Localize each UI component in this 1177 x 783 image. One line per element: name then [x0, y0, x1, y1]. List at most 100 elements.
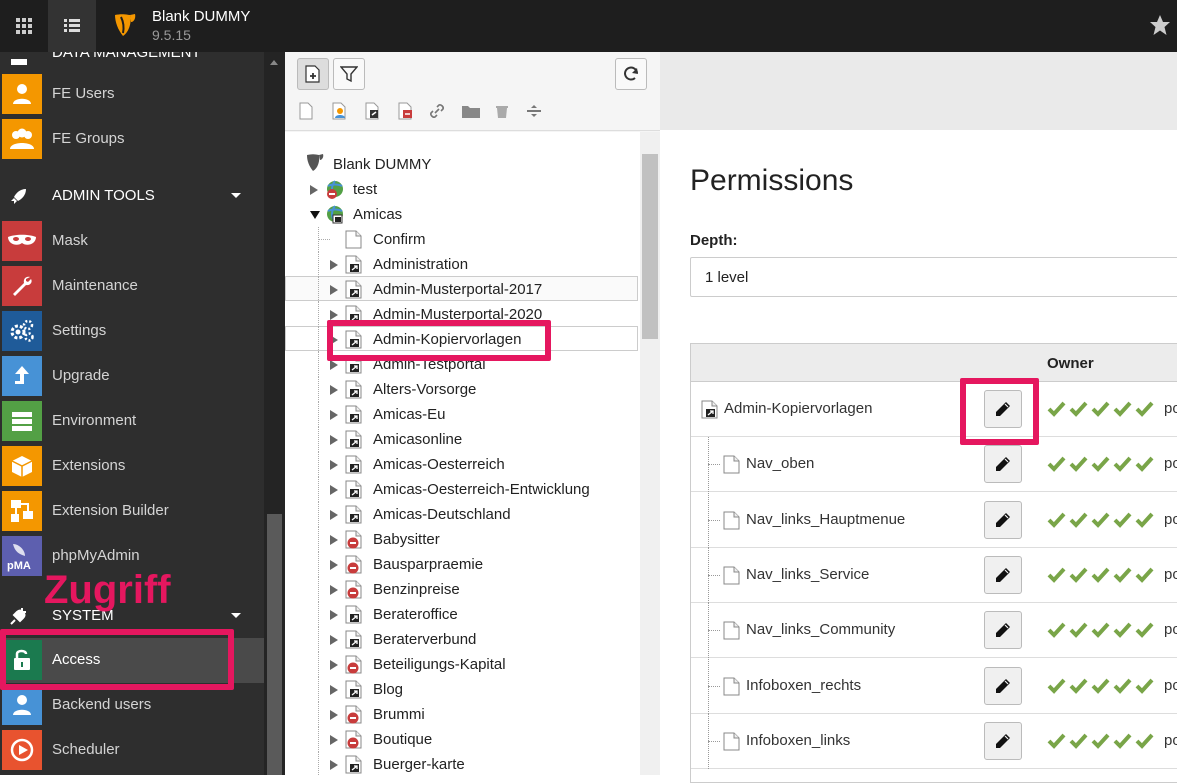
expand-arrow-icon[interactable]: [330, 535, 338, 545]
expand-arrow-icon[interactable]: [330, 610, 338, 620]
refresh-button[interactable]: [615, 58, 647, 90]
highlight-marker-tree: [327, 320, 551, 361]
tree-node[interactable]: Beraterverbund: [285, 627, 640, 652]
tree-node[interactable]: Amicas: [285, 202, 640, 227]
check-icon: [1135, 622, 1154, 639]
tree-node[interactable]: Amicasonline: [285, 427, 640, 452]
tree-node[interactable]: Alters-Vorsorge: [285, 377, 640, 402]
expand-arrow-icon[interactable]: [330, 485, 338, 495]
expand-arrow-icon[interactable]: [310, 185, 318, 195]
edit-owner-button[interactable]: [984, 500, 1022, 539]
group-admin-tools[interactable]: ADMIN TOOLS: [0, 173, 265, 218]
list-icon[interactable]: [48, 0, 96, 52]
expand-arrow-icon[interactable]: [330, 385, 338, 395]
tree-node[interactable]: Admin-Musterportal-2017: [285, 277, 640, 302]
table-row: Nav_links_Hauptmenue po: [691, 492, 1177, 548]
user-icon: [2, 74, 42, 114]
sidebar-scrollbar[interactable]: [264, 52, 285, 775]
tree-node[interactable]: Brummi: [285, 702, 640, 727]
module-label: FE Users: [52, 85, 115, 102]
pencil-icon: [996, 623, 1010, 638]
edit-owner-button[interactable]: [984, 666, 1022, 705]
scrollbar-thumb[interactable]: [267, 514, 282, 775]
tree-guide-line: [318, 677, 319, 702]
folder-icon[interactable]: [460, 102, 482, 120]
module-extension-builder[interactable]: Extension Builder: [0, 489, 265, 534]
filter-button[interactable]: [333, 58, 365, 90]
tree-node[interactable]: Amicas-Eu: [285, 402, 640, 427]
expand-arrow-icon[interactable]: [330, 735, 338, 745]
expand-arrow-icon[interactable]: [330, 660, 338, 670]
tree-node[interactable]: Boutique: [285, 727, 640, 752]
tree-node[interactable]: Bausparpraemie: [285, 552, 640, 577]
tree-node[interactable]: Benzinpreise: [285, 577, 640, 602]
tree-node[interactable]: Amicas-Oesterreich-Entwicklung: [285, 477, 640, 502]
owner-name: po: [1164, 731, 1177, 749]
page-tree: Blank DUMMY test Amicas Confirm Administrati…: [285, 132, 640, 775]
tree-node[interactable]: Blog: [285, 677, 640, 702]
page-icon[interactable]: [297, 102, 315, 120]
expand-arrow-icon[interactable]: [330, 760, 338, 770]
check-icon: [1113, 622, 1132, 639]
page-name: Infoboxen_rechts: [746, 676, 862, 694]
tree-node[interactable]: Confirm: [285, 227, 640, 252]
link-icon[interactable]: [428, 102, 446, 120]
typo3-logo[interactable]: [112, 12, 138, 43]
scroll-up-icon[interactable]: [270, 60, 278, 65]
tree-node[interactable]: Buerger-karte: [285, 752, 640, 775]
module-fe-groups[interactable]: FE Groups: [0, 117, 265, 162]
scrollbar-thumb[interactable]: [642, 154, 658, 339]
edit-owner-button[interactable]: [984, 445, 1022, 484]
module-extensions[interactable]: Extensions: [0, 444, 265, 489]
expand-arrow-icon[interactable]: [330, 310, 338, 320]
check-icon: [1069, 733, 1088, 749]
edit-owner-button[interactable]: [984, 555, 1022, 594]
phpmyadmin-icon: pMA: [2, 536, 42, 576]
backend-user-page-icon[interactable]: [331, 102, 349, 120]
module-maintenance[interactable]: Maintenance: [0, 264, 265, 309]
owner-permissions: [1047, 401, 1154, 417]
tree-node[interactable]: Berateroffice: [285, 602, 640, 627]
module-scheduler[interactable]: Scheduler: [0, 728, 265, 773]
module-mask[interactable]: Mask: [0, 219, 265, 264]
expand-arrow-icon[interactable]: [330, 635, 338, 645]
module-upgrade[interactable]: Upgrade: [0, 354, 265, 399]
expand-arrow-icon[interactable]: [330, 460, 338, 470]
depth-select[interactable]: 1 level: [690, 257, 1177, 297]
tree-node[interactable]: Beteiligungs-Kapital: [285, 652, 640, 677]
module-fe-users[interactable]: FE Users: [0, 72, 265, 117]
tree-node[interactable]: Amicas-Deutschland: [285, 502, 640, 527]
module-environment[interactable]: Environment: [0, 399, 265, 444]
shortcut-page-icon[interactable]: [364, 102, 382, 120]
external-link-page-icon[interactable]: [397, 102, 415, 120]
tree-node[interactable]: test: [285, 177, 640, 202]
expand-arrow-icon[interactable]: [330, 585, 338, 595]
expand-arrow-icon[interactable]: [330, 710, 338, 720]
trash-icon[interactable]: [493, 102, 511, 120]
tree-guide-line: [318, 352, 319, 377]
check-icon: [1135, 456, 1154, 473]
module-settings[interactable]: Settings: [0, 309, 265, 354]
expand-arrow-icon[interactable]: [330, 510, 338, 520]
expand-arrow-icon[interactable]: [330, 285, 338, 295]
collapse-arrow-icon[interactable]: [310, 211, 320, 219]
expand-arrow-icon[interactable]: [330, 260, 338, 270]
expand-arrow-icon[interactable]: [330, 560, 338, 570]
tree-node[interactable]: Administration: [285, 252, 640, 277]
main-content: Permissions Depth: 1 level Owner Admin-K…: [660, 52, 1177, 783]
star-icon[interactable]: [1149, 14, 1171, 41]
expand-arrow-icon[interactable]: [330, 435, 338, 445]
check-icon: [1069, 456, 1088, 473]
divider-icon[interactable]: [525, 102, 543, 120]
new-page-button[interactable]: [297, 58, 329, 90]
expand-arrow-icon[interactable]: [330, 360, 338, 370]
expand-arrow-icon[interactable]: [330, 410, 338, 420]
tree-scrollbar[interactable]: [640, 132, 660, 775]
app-grid-icon[interactable]: [0, 0, 48, 52]
tree-node[interactable]: Amicas-Oesterreich: [285, 452, 640, 477]
tree-node[interactable]: Babysitter: [285, 527, 640, 552]
edit-owner-button[interactable]: [984, 611, 1022, 650]
edit-owner-button[interactable]: [984, 721, 1022, 760]
tree-root[interactable]: Blank DUMMY: [285, 152, 640, 177]
expand-arrow-icon[interactable]: [330, 685, 338, 695]
